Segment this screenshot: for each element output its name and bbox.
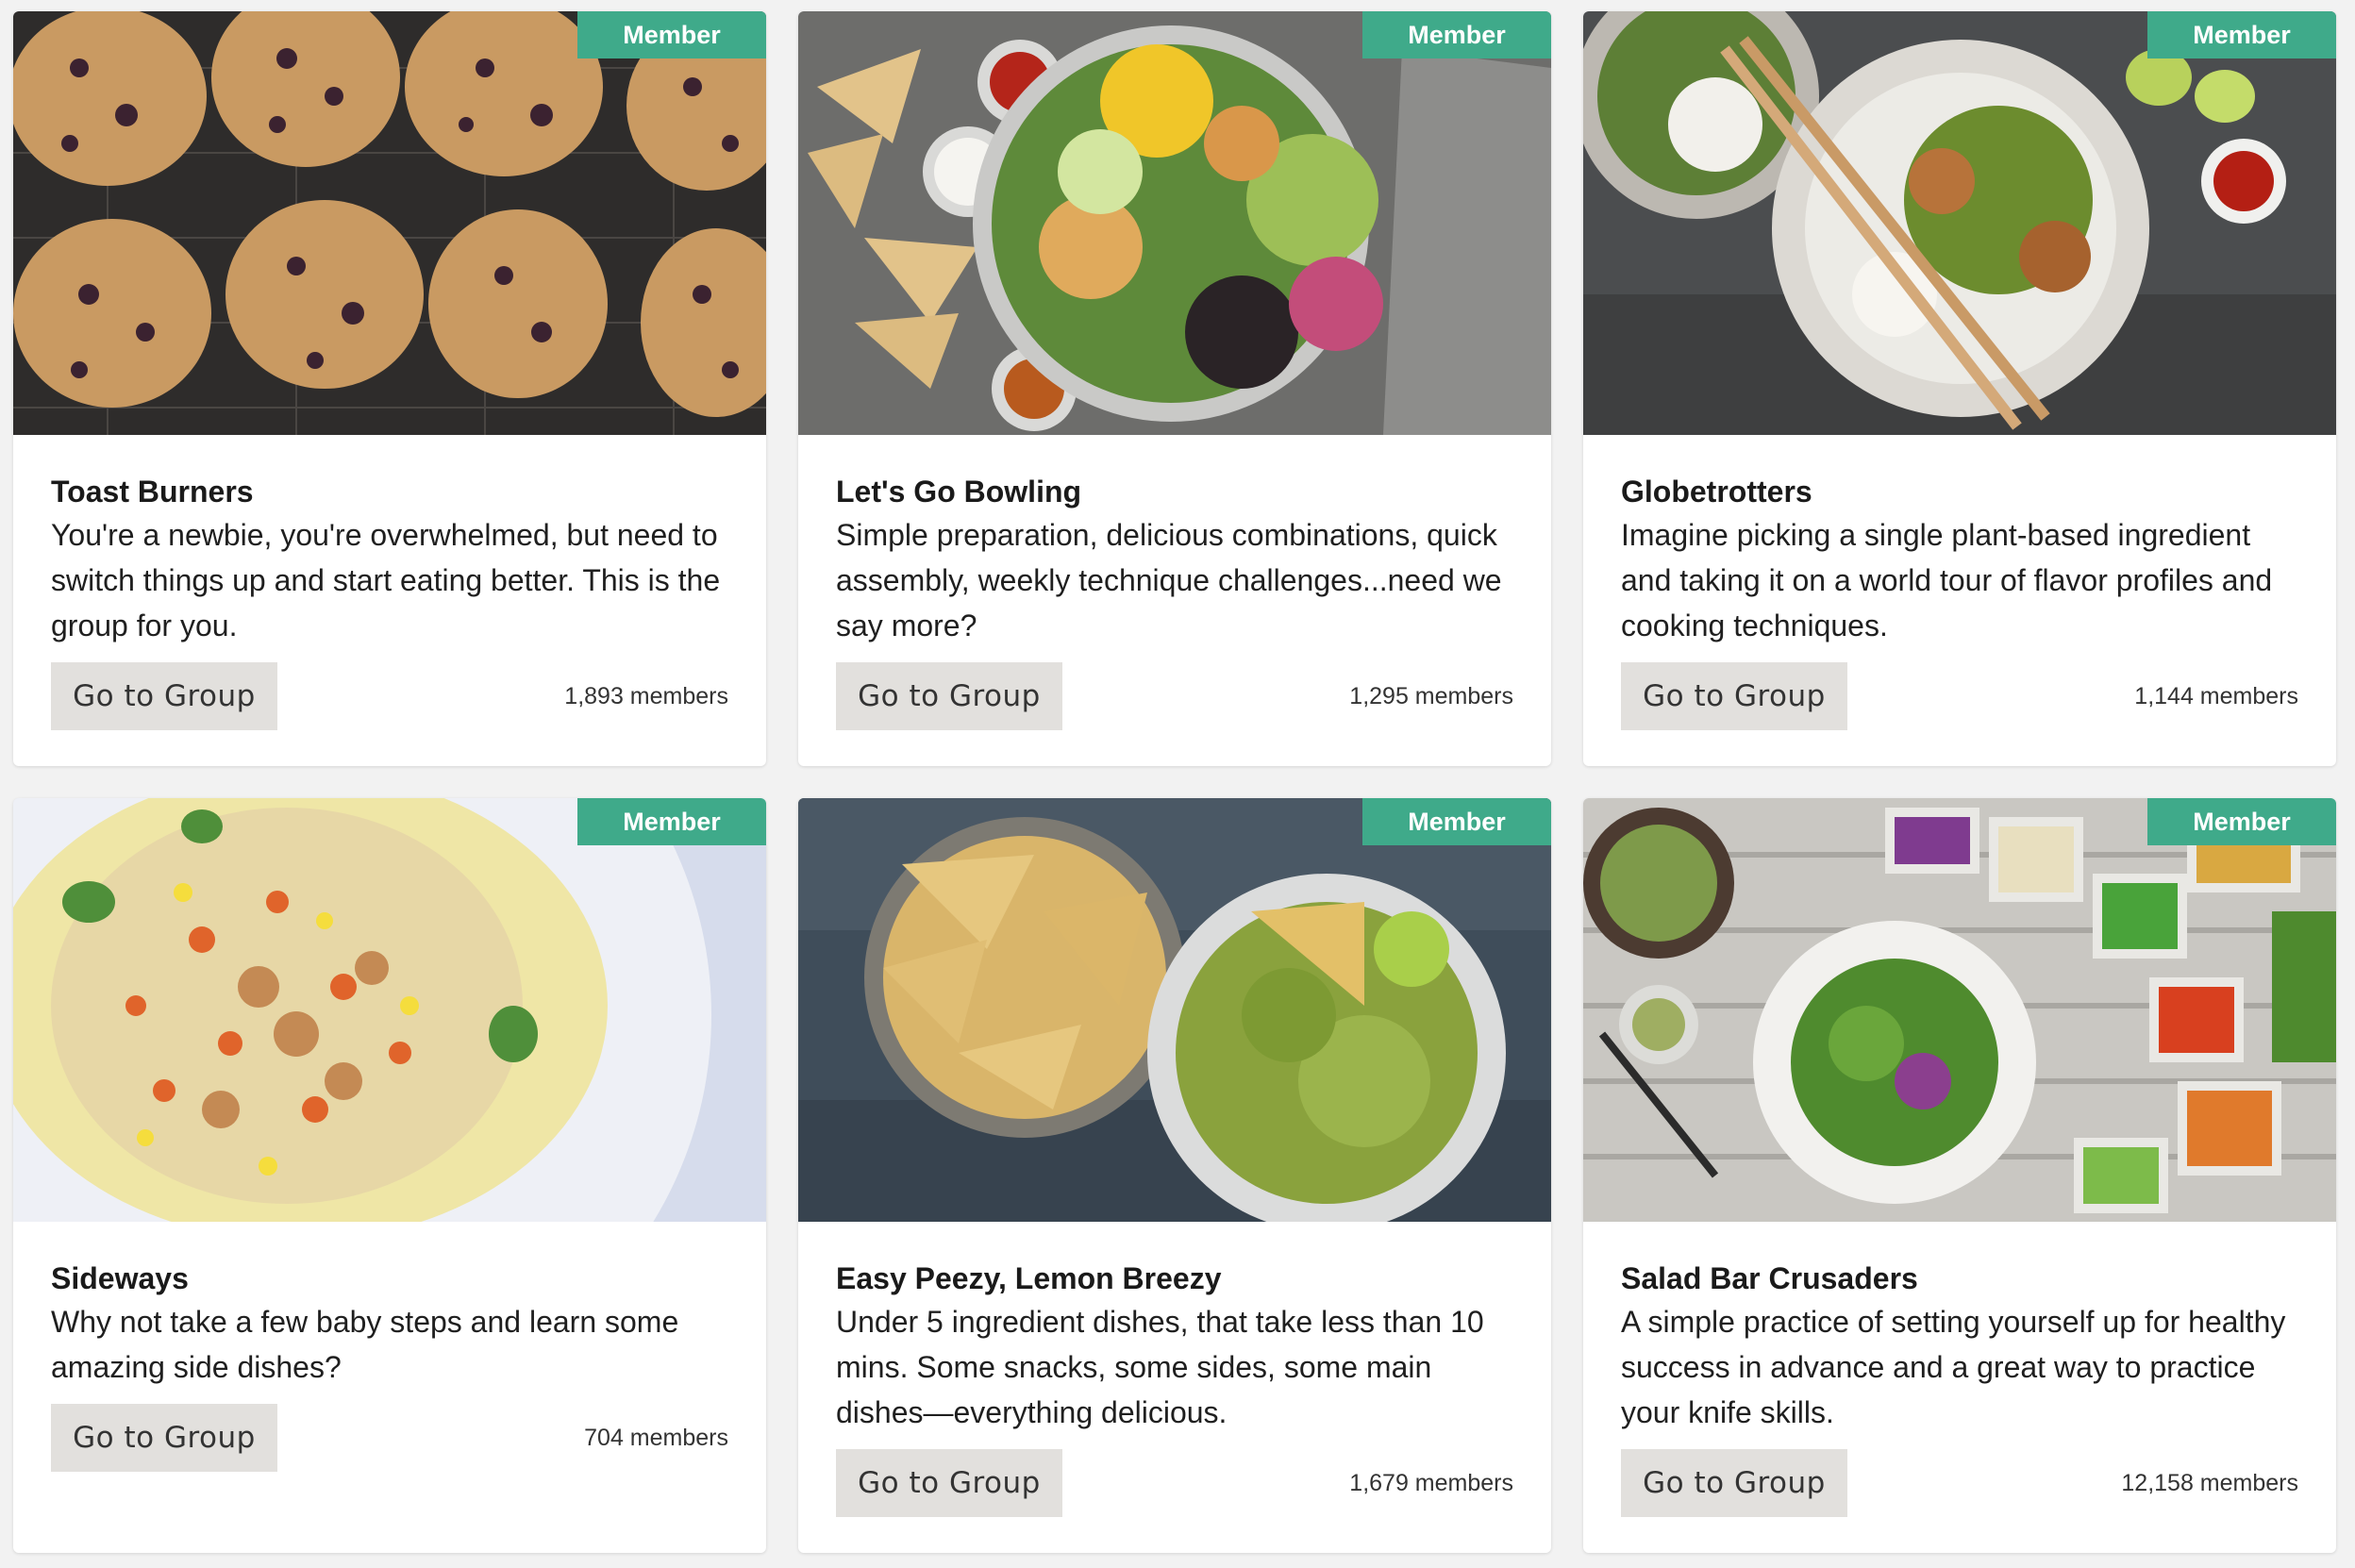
member-count: 1,144 members — [2134, 683, 2298, 709]
group-image[interactable]: Member — [1583, 798, 2336, 1222]
stir-fry-photo — [1583, 11, 2336, 435]
group-title[interactable]: Sideways — [51, 1258, 728, 1299]
card-body: Easy Peezy, Lemon Breezy Under 5 ingredi… — [798, 1222, 1551, 1435]
group-card-lets-go-bowling: Member Let's Go Bowling Simple preparati… — [798, 11, 1551, 766]
member-count: 704 members — [584, 1425, 728, 1451]
group-card-globetrotters: Member Globetrotters Imagine picking a s… — [1583, 11, 2336, 766]
card-body: Let's Go Bowling Simple preparation, del… — [798, 435, 1551, 648]
group-card-sideways: Member Sideways Why not take a few baby … — [13, 798, 766, 1553]
member-badge: Member — [577, 798, 766, 845]
group-description: Imagine picking a single plant-based ing… — [1621, 518, 2273, 642]
group-grid: Member Toast Burners You're a newbie, yo… — [0, 0, 2355, 1568]
go-to-group-button[interactable]: Go to Group — [1621, 1449, 1847, 1517]
card-body: Globetrotters Imagine picking a single p… — [1583, 435, 2336, 648]
group-description: A simple practice of setting yourself up… — [1621, 1305, 2286, 1429]
group-description: Why not take a few baby steps and learn … — [51, 1305, 679, 1384]
go-to-group-button[interactable]: Go to Group — [51, 1404, 277, 1472]
member-badge: Member — [577, 11, 766, 58]
card-footer: Go to Group 1,893 members — [51, 662, 728, 730]
group-image[interactable]: Member — [798, 11, 1551, 435]
group-card-toast-burners: Member Toast Burners You're a newbie, yo… — [13, 11, 766, 766]
member-count: 1,893 members — [564, 683, 728, 709]
member-count: 1,679 members — [1349, 1470, 1513, 1496]
group-title[interactable]: Toast Burners — [51, 471, 728, 512]
group-image[interactable]: Member — [798, 798, 1551, 1222]
go-to-group-button[interactable]: Go to Group — [836, 1449, 1062, 1517]
cookies-photo — [13, 11, 766, 435]
card-footer: Go to Group 1,295 members — [836, 662, 1513, 730]
group-description: You're a newbie, you're overwhelmed, but… — [51, 518, 721, 642]
group-image[interactable]: Member — [13, 798, 766, 1222]
guacamole-photo — [798, 798, 1551, 1222]
member-badge: Member — [2147, 11, 2336, 58]
member-count: 12,158 members — [2121, 1470, 2298, 1496]
go-to-group-button[interactable]: Go to Group — [1621, 662, 1847, 730]
group-description: Simple preparation, delicious combinatio… — [836, 518, 1502, 642]
group-title[interactable]: Let's Go Bowling — [836, 471, 1513, 512]
member-count: 1,295 members — [1349, 683, 1513, 709]
group-card-salad-bar-crusaders: Member Salad Bar Crusaders A simple prac… — [1583, 798, 2336, 1553]
group-title[interactable]: Globetrotters — [1621, 471, 2298, 512]
group-image[interactable]: Member — [13, 11, 766, 435]
go-to-group-button[interactable]: Go to Group — [836, 662, 1062, 730]
card-footer: Go to Group 1,679 members — [836, 1449, 1513, 1517]
member-badge: Member — [2147, 798, 2336, 845]
burrito-bowl-photo — [798, 11, 1551, 435]
group-card-easy-peezy-lemon-breezy: Member Easy Peezy, Lemon Breezy Under 5 … — [798, 798, 1551, 1553]
card-footer: Go to Group 1,144 members — [1621, 662, 2298, 730]
card-footer: Go to Group 704 members — [51, 1404, 728, 1472]
group-title[interactable]: Salad Bar Crusaders — [1621, 1258, 2298, 1299]
card-body: Salad Bar Crusaders A simple practice of… — [1583, 1222, 2336, 1435]
member-badge: Member — [1362, 798, 1551, 845]
card-body: Sideways Why not take a few baby steps a… — [13, 1222, 766, 1390]
card-body: Toast Burners You're a newbie, you're ov… — [13, 435, 766, 648]
salad-bar-photo — [1583, 798, 2336, 1222]
group-description: Under 5 ingredient dishes, that take les… — [836, 1305, 1484, 1429]
go-to-group-button[interactable]: Go to Group — [51, 662, 277, 730]
member-badge: Member — [1362, 11, 1551, 58]
vegetable-rice-photo — [13, 798, 766, 1222]
card-footer: Go to Group 12,158 members — [1621, 1449, 2298, 1517]
group-title[interactable]: Easy Peezy, Lemon Breezy — [836, 1258, 1513, 1299]
group-image[interactable]: Member — [1583, 11, 2336, 435]
